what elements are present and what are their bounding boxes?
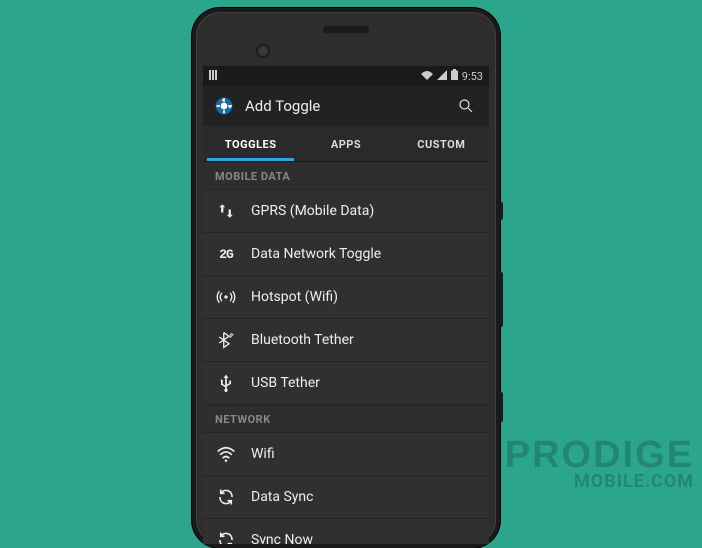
phone-screen: 9:53 Add Toggle TOGGLES APPS CUSTOM MOBI… xyxy=(203,66,489,544)
list-item-sync-now[interactable]: Sync Now xyxy=(203,519,489,544)
wifi-icon xyxy=(215,443,237,465)
side-button xyxy=(499,202,503,220)
page-title: Add Toggle xyxy=(245,97,443,115)
usb-icon xyxy=(215,372,237,394)
tab-toggles[interactable]: TOGGLES xyxy=(203,126,298,161)
list-item-bluetooth-tether[interactable]: Bluetooth Tether xyxy=(203,319,489,362)
list-item-label: Bluetooth Tether xyxy=(251,332,354,348)
phone-frame: 9:53 Add Toggle TOGGLES APPS CUSTOM MOBI… xyxy=(192,8,500,548)
section-header-mobile-data: MOBILE DATA xyxy=(203,162,489,190)
sync-now-icon xyxy=(215,529,237,544)
list-item-data-sync[interactable]: Data Sync xyxy=(203,476,489,519)
watermark-line1: PRODIGE xyxy=(505,434,694,477)
cell-signal-icon xyxy=(437,70,447,83)
data-arrows-icon xyxy=(215,200,237,222)
section-header-network: NETWORK xyxy=(203,405,489,433)
list-item-gprs[interactable]: GPRS (Mobile Data) xyxy=(203,190,489,233)
2g-icon: 2G xyxy=(215,243,237,265)
list-item-hotspot[interactable]: Hotspot (Wifi) xyxy=(203,276,489,319)
search-button[interactable] xyxy=(453,93,479,119)
side-button xyxy=(499,272,503,327)
watermark-line2: MOBILE.COM xyxy=(505,471,694,492)
list-item-label: Wifi xyxy=(251,446,275,462)
phone-speaker xyxy=(323,26,369,33)
list-item-label: GPRS (Mobile Data) xyxy=(251,203,374,219)
list-item-label: USB Tether xyxy=(251,375,320,391)
battery-icon xyxy=(451,69,458,83)
phone-camera xyxy=(256,44,270,58)
app-icon xyxy=(213,95,235,117)
list-item-label: Sync Now xyxy=(251,532,313,544)
sync-icon xyxy=(215,486,237,508)
tab-custom[interactable]: CUSTOM xyxy=(394,126,489,161)
notification-icon xyxy=(209,70,219,83)
tab-bar: TOGGLES APPS CUSTOM xyxy=(203,126,489,162)
list-item-label: Hotspot (Wifi) xyxy=(251,289,338,305)
list-item-label: Data Network Toggle xyxy=(251,246,381,262)
list-item-wifi[interactable]: Wifi xyxy=(203,433,489,476)
side-button xyxy=(499,392,503,422)
search-icon xyxy=(457,97,475,115)
status-time: 9:53 xyxy=(462,70,483,83)
tab-apps[interactable]: APPS xyxy=(298,126,393,161)
watermark: PRODIGE MOBILE.COM xyxy=(505,434,694,492)
hotspot-icon xyxy=(215,286,237,308)
list-item-label: Data Sync xyxy=(251,489,313,505)
status-bar: 9:53 xyxy=(203,66,489,86)
app-bar: Add Toggle xyxy=(203,86,489,126)
wifi-signal-icon xyxy=(421,70,433,83)
list-item-usb-tether[interactable]: USB Tether xyxy=(203,362,489,405)
bluetooth-tether-icon xyxy=(215,329,237,351)
list-item-data-network[interactable]: 2G Data Network Toggle xyxy=(203,233,489,276)
